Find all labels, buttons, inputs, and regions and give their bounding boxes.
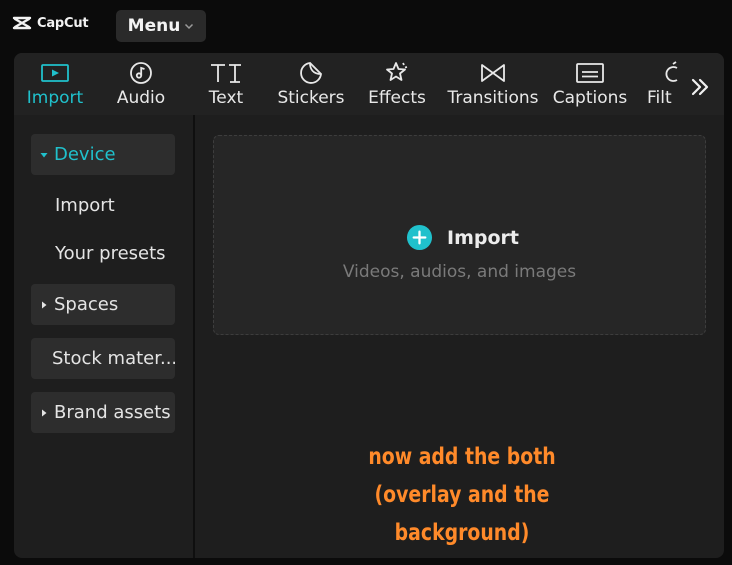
sidebar-item-spaces-label: Spaces (54, 294, 119, 315)
caret-right-icon (42, 301, 47, 308)
import-label: Import (447, 226, 519, 249)
annotation-line-3: background) (394, 520, 530, 546)
stickers-icon (300, 62, 322, 84)
menu-label: Menu (127, 16, 181, 36)
tab-captions-label: Captions (552, 88, 628, 108)
tab-stickers[interactable]: Stickers (276, 59, 346, 115)
tab-filters[interactable]: Filt (647, 59, 681, 115)
import-dropzone[interactable]: Import Videos, audios, and images (213, 135, 706, 335)
caret-down-icon (40, 152, 48, 157)
captions-icon (576, 63, 604, 83)
tab-filters-label: Filt (647, 88, 672, 108)
asset-toolbar: Import Audio Text Stickers Effects Trans… (14, 53, 724, 115)
tab-text-label: Text (208, 88, 244, 108)
tab-audio-label: Audio (116, 88, 166, 108)
annotation-overlay: now add the both (overlay and the backgr… (362, 438, 562, 552)
sidebar-item-device-label: Device (54, 144, 116, 165)
tab-transitions-label: Transitions (447, 88, 539, 108)
sidebar-item-device[interactable]: Device (31, 134, 175, 175)
caret-right-icon (42, 409, 47, 416)
sidebar-item-presets[interactable]: Your presets (55, 243, 166, 264)
sidebar: Device Import Your presets Spaces Stock … (14, 115, 193, 558)
tab-effects[interactable]: Effects (364, 59, 430, 115)
capcut-logo-icon (12, 16, 32, 30)
app-name: CapCut (37, 15, 89, 31)
tab-captions[interactable]: Captions (552, 59, 628, 115)
capcut-logo[interactable]: CapCut (12, 15, 89, 31)
tab-transitions[interactable]: Transitions (446, 59, 540, 115)
sidebar-item-spaces[interactable]: Spaces (31, 284, 175, 325)
sidebar-item-brand-assets[interactable]: Brand assets (31, 392, 175, 433)
filters-icon (665, 61, 678, 82)
tab-text[interactable]: Text (196, 59, 256, 115)
transitions-icon (481, 64, 505, 82)
sidebar-item-import[interactable]: Import (55, 195, 115, 216)
menu-button[interactable]: Menu (116, 10, 206, 42)
sidebar-item-stock[interactable]: Stock mater... (31, 338, 175, 379)
tab-import[interactable]: Import (24, 59, 86, 115)
tab-stickers-label: Stickers (277, 88, 345, 108)
import-button[interactable]: Import (406, 224, 519, 251)
double-chevron-right-icon[interactable] (688, 75, 712, 99)
tab-audio[interactable]: Audio (110, 59, 172, 115)
audio-icon (130, 62, 152, 84)
tab-effects-label: Effects (368, 88, 426, 108)
sidebar-item-brand-assets-label: Brand assets (54, 402, 171, 423)
top-bar: CapCut Menu (0, 0, 732, 52)
import-hint: Videos, audios, and images (342, 262, 577, 282)
chevron-down-icon (185, 23, 194, 30)
effects-icon (386, 62, 408, 81)
annotation-line-2: (overlay and the (374, 482, 550, 508)
tab-import-label: Import (26, 88, 84, 108)
text-icon (211, 64, 241, 83)
plus-circle-icon (406, 224, 433, 251)
sidebar-item-stock-label: Stock mater... (52, 348, 175, 369)
sidebar-divider (193, 115, 195, 558)
import-icon (41, 64, 69, 82)
annotation-line-1: now add the both (368, 444, 556, 470)
